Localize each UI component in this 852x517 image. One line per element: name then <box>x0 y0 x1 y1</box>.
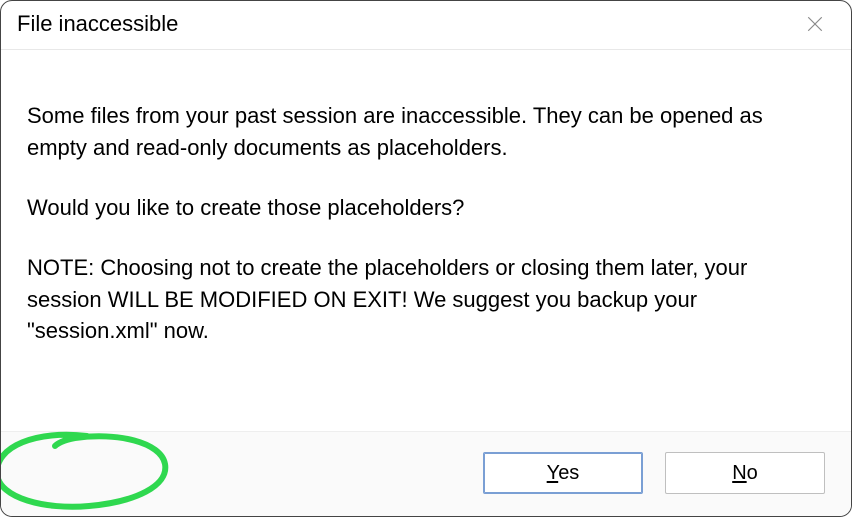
dialog-title: File inaccessible <box>17 11 178 37</box>
dialog-window: File inaccessible Some files from your p… <box>0 0 852 517</box>
yes-label-rest: es <box>558 462 579 484</box>
dialog-content: Some files from your past session are in… <box>1 50 851 431</box>
yes-mnemonic: Y <box>547 462 559 484</box>
titlebar: File inaccessible <box>1 1 851 50</box>
highlight-annotation <box>0 424 197 517</box>
yes-button[interactable]: Yes <box>483 452 643 494</box>
no-label-rest: o <box>747 462 758 484</box>
button-row: Yes No <box>1 431 851 516</box>
no-mnemonic: N <box>732 462 746 484</box>
close-button[interactable] <box>795 9 835 39</box>
message-paragraph-3: NOTE: Choosing not to create the placeho… <box>27 252 825 348</box>
message-paragraph-1: Some files from your past session are in… <box>27 100 825 164</box>
close-icon <box>806 15 824 33</box>
no-button[interactable]: No <box>665 452 825 494</box>
message-paragraph-2: Would you like to create those placehold… <box>27 192 825 224</box>
